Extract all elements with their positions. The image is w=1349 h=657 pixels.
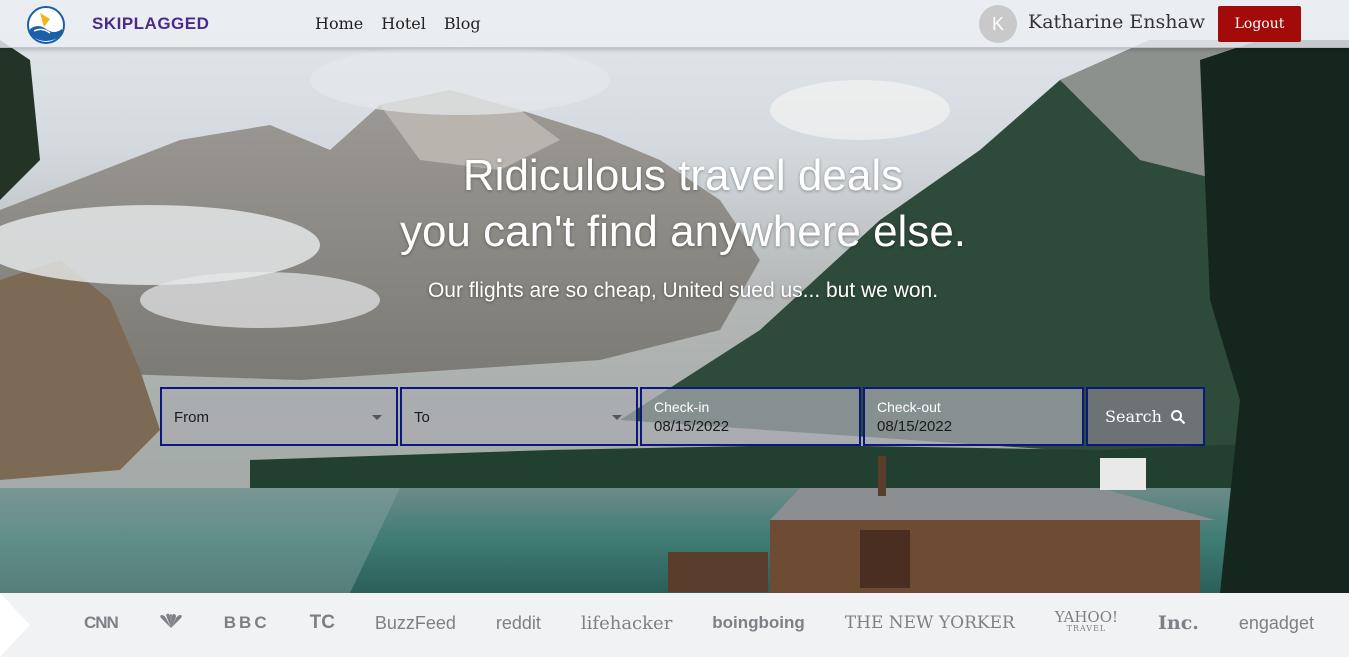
search-button[interactable]: Search bbox=[1086, 387, 1205, 446]
engadget-logo: engadget bbox=[1238, 612, 1314, 633]
from-select[interactable]: From bbox=[160, 387, 398, 446]
to-select[interactable]: To bbox=[400, 387, 638, 446]
techcrunch-logo: TC bbox=[309, 612, 335, 633]
chevron-down-icon bbox=[372, 415, 382, 420]
checkout-value: 08/15/2022 bbox=[877, 418, 953, 435]
brand-name[interactable]: SKIPLAGGED bbox=[92, 14, 209, 34]
yahoo-travel-logo: YAHOO! TRAVEL bbox=[1055, 610, 1118, 635]
nav-links: Home Hotel Blog bbox=[315, 14, 481, 33]
from-placeholder: From bbox=[174, 409, 209, 426]
new-yorker-logo: THE NEW YORKER bbox=[844, 613, 1015, 633]
search-button-label: Search bbox=[1105, 407, 1162, 426]
buzzfeed-logo: BuzzFeed bbox=[374, 612, 456, 633]
boingboing-logo: boingboing bbox=[712, 613, 805, 632]
checkin-label: Check-in bbox=[654, 399, 710, 415]
bbc-logo: BBC bbox=[223, 613, 270, 632]
avatar[interactable]: K bbox=[979, 5, 1017, 43]
logout-button[interactable]: Logout bbox=[1218, 6, 1301, 42]
checkout-label: Check-out bbox=[877, 399, 941, 415]
headline-line-1: Ridiculous travel deals bbox=[462, 151, 904, 200]
lifehacker-logo: lifehacker bbox=[580, 612, 673, 634]
search-form: From To Check-in 08/15/2022 Check-out 08… bbox=[160, 387, 1205, 446]
press-bar-arrow bbox=[0, 593, 30, 657]
top-navbar: SKIPLAGGED Home Hotel Blog K Katharine E… bbox=[0, 0, 1349, 48]
skiplagged-globe-logo-icon[interactable] bbox=[24, 5, 68, 45]
press-logos: CNN BBC TC BuzzFeed reddit lifehacker bo… bbox=[84, 610, 1314, 635]
inc-logo: Inc. bbox=[1158, 612, 1199, 634]
checkout-date-field[interactable]: Check-out 08/15/2022 bbox=[863, 387, 1084, 446]
chevron-down-icon bbox=[612, 415, 622, 420]
magnifier-icon bbox=[1170, 409, 1186, 424]
nbc-logo bbox=[158, 613, 184, 634]
nbc-peacock-icon bbox=[160, 613, 182, 628]
cnn-logo: CNN bbox=[84, 613, 119, 632]
hero-headline: Ridiculous travel deals you can't find a… bbox=[0, 148, 1349, 260]
user-name[interactable]: Katharine Enshaw bbox=[1028, 11, 1205, 33]
checkin-value: 08/15/2022 bbox=[654, 418, 730, 435]
nav-link-hotel[interactable]: Hotel bbox=[381, 14, 426, 33]
nav-link-home[interactable]: Home bbox=[315, 14, 363, 33]
nav-link-blog[interactable]: Blog bbox=[444, 14, 481, 33]
checkin-date-field[interactable]: Check-in 08/15/2022 bbox=[640, 387, 861, 446]
reddit-logo: reddit bbox=[495, 612, 541, 633]
headline-line-2: you can't find anywhere else. bbox=[399, 207, 967, 256]
to-placeholder: To bbox=[414, 409, 430, 426]
press-bar: CNN BBC TC BuzzFeed reddit lifehacker bo… bbox=[0, 593, 1349, 657]
hero-subline: Our flights are so cheap, United sued us… bbox=[427, 279, 939, 302]
